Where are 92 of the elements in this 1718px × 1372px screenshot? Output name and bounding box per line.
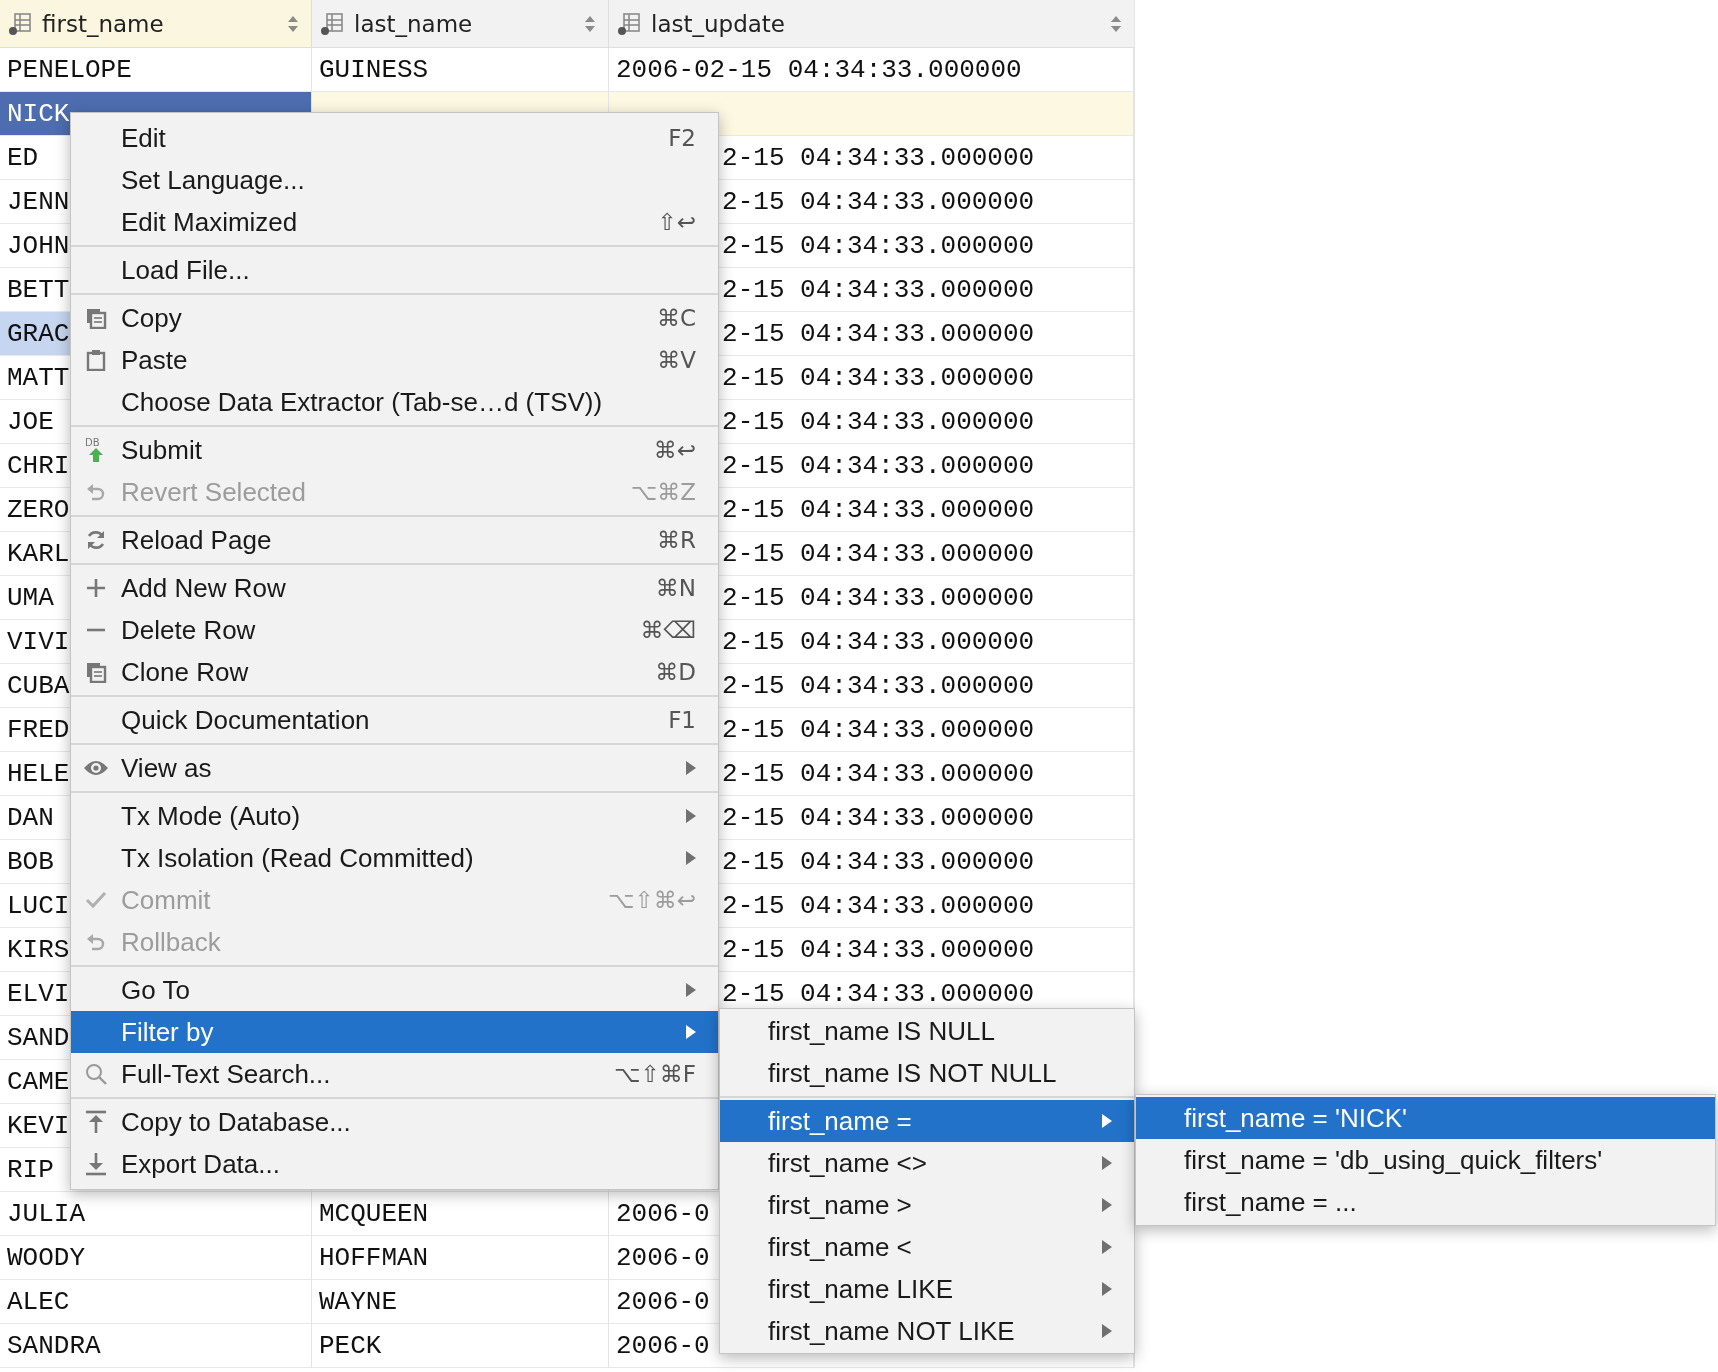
menu-item[interactable]: first_name > bbox=[720, 1184, 1134, 1226]
shortcut-label: ⌘R bbox=[657, 527, 696, 553]
check-icon bbox=[85, 891, 107, 909]
table-cell: 2-15 04:34:33.000000 bbox=[722, 934, 1035, 965]
plus-icon bbox=[86, 578, 106, 598]
shortcut-label: ⌘⌫ bbox=[640, 617, 696, 643]
submenu-arrow-icon bbox=[1102, 1282, 1112, 1296]
table-cell: WOODY bbox=[0, 1236, 312, 1279]
shortcut-label: ⌥⇧⌘F bbox=[614, 1061, 696, 1087]
table-cell: PECK bbox=[319, 1330, 382, 1361]
table-cell: 2-15 04:34:33.000000 bbox=[722, 582, 1035, 613]
table-cell: 2-15 04:34:33.000000 bbox=[722, 186, 1035, 217]
table-cell: 2-15 04:34:33.000000 bbox=[722, 142, 1035, 173]
table-cell: WAYNE bbox=[319, 1286, 397, 1317]
column-icon bbox=[617, 11, 641, 36]
submenu-arrow-icon bbox=[686, 761, 696, 775]
shortcut-label: ⌥⇧⌘↩ bbox=[607, 887, 696, 913]
sort-icon[interactable] bbox=[1110, 14, 1122, 33]
search-icon bbox=[85, 1063, 107, 1085]
table-cell: 2-15 04:34:33.000000 bbox=[722, 802, 1035, 833]
clipboard-icon bbox=[85, 349, 107, 371]
table-cell: MCQUEEN bbox=[319, 1198, 429, 1229]
minus-icon bbox=[86, 628, 106, 632]
copy-icon bbox=[85, 307, 107, 329]
eye-icon bbox=[83, 759, 109, 777]
download-icon bbox=[85, 1152, 107, 1176]
menu-item[interactable]: first_name IS NOT NULL bbox=[720, 1052, 1134, 1094]
shortcut-label: ⇧↩ bbox=[657, 209, 696, 235]
sort-icon[interactable] bbox=[584, 14, 596, 33]
submenu-arrow-icon bbox=[1102, 1240, 1112, 1254]
menu-item[interactable]: first_name = 'db_using_quick_filters' bbox=[1136, 1139, 1715, 1181]
table-cell: 2-15 04:34:33.000000 bbox=[722, 406, 1035, 437]
table-cell: 2-15 04:34:33.000000 bbox=[722, 890, 1035, 921]
table-cell: 2006-0 bbox=[616, 1286, 710, 1317]
submenu-arrow-icon bbox=[686, 851, 696, 865]
submenu-arrow-icon bbox=[686, 809, 696, 823]
submenu-arrow-icon bbox=[1102, 1114, 1112, 1128]
shortcut-label: ⌘C bbox=[656, 305, 696, 331]
table-cell: 2-15 04:34:33.000000 bbox=[722, 450, 1035, 481]
submenu-arrow-icon bbox=[686, 983, 696, 997]
table-cell: 2-15 04:34:33.000000 bbox=[722, 670, 1035, 701]
table-cell: 2006-02-15 04:34:33.000000 bbox=[616, 54, 1022, 85]
table-cell: SANDRA bbox=[0, 1324, 312, 1367]
menu-item[interactable]: first_name IS NULL bbox=[720, 1010, 1134, 1052]
column-icon bbox=[320, 11, 344, 36]
table-cell: PENELOPE bbox=[0, 48, 312, 91]
table-cell: 2006-0 bbox=[616, 1198, 710, 1229]
column-header[interactable]: last_name bbox=[312, 0, 609, 47]
shortcut-label: ⌘D bbox=[655, 659, 696, 685]
shortcut-label: F2 bbox=[668, 125, 696, 151]
table-cell: ALEC bbox=[0, 1280, 312, 1323]
table-cell: 2-15 04:34:33.000000 bbox=[722, 494, 1035, 525]
column-icon bbox=[8, 11, 32, 36]
shortcut-label: ⌥⌘Z bbox=[630, 479, 696, 505]
shortcut-label: ⌘N bbox=[655, 575, 696, 601]
menu-item[interactable]: first_name NOT LIKE bbox=[720, 1310, 1134, 1352]
table-cell: 2-15 04:34:33.000000 bbox=[722, 274, 1035, 305]
submenu-arrow-icon bbox=[1102, 1324, 1112, 1338]
shortcut-label: F1 bbox=[668, 707, 696, 733]
table-cell: 2-15 04:34:33.000000 bbox=[722, 846, 1035, 877]
table-cell: 2-15 04:34:33.000000 bbox=[722, 714, 1035, 745]
shortcut-label: ⌘V bbox=[657, 347, 696, 373]
table-cell: 2006-0 bbox=[616, 1242, 710, 1273]
table-cell: JULIA bbox=[0, 1192, 312, 1235]
table-cell: 2-15 04:34:33.000000 bbox=[722, 978, 1035, 1009]
shortcut-label: ⌘↩ bbox=[653, 437, 696, 463]
sort-icon[interactable] bbox=[287, 14, 299, 33]
submenu-arrow-icon bbox=[686, 1025, 696, 1039]
table-cell: GUINESS bbox=[319, 54, 429, 85]
table-cell: 2-15 04:34:33.000000 bbox=[722, 362, 1035, 393]
submenu-arrow-icon bbox=[1102, 1198, 1112, 1212]
menu-item[interactable]: first_name <> bbox=[720, 1142, 1134, 1184]
table-cell: 2-15 04:34:33.000000 bbox=[722, 626, 1035, 657]
submenu-arrow-icon bbox=[1102, 1156, 1112, 1170]
table-cell: 2-15 04:34:33.000000 bbox=[722, 318, 1035, 349]
table-cell: 2-15 04:34:33.000000 bbox=[722, 538, 1035, 569]
menu-item[interactable]: first_name = ... bbox=[1136, 1181, 1715, 1223]
menu-item[interactable]: Filter by bbox=[71, 1011, 718, 1053]
undo-icon bbox=[85, 931, 107, 953]
table-cell: 2-15 04:34:33.000000 bbox=[722, 758, 1035, 789]
menu-item[interactable]: first_name = 'NICK' bbox=[1136, 1097, 1715, 1139]
copy-icon bbox=[85, 661, 107, 683]
table-cell: HOFFMAN bbox=[319, 1242, 429, 1273]
undo-icon bbox=[85, 481, 107, 503]
upload-icon bbox=[85, 1110, 107, 1134]
menu-item[interactable]: first_name LIKE bbox=[720, 1268, 1134, 1310]
table-cell: 2006-0 bbox=[616, 1330, 710, 1361]
column-header[interactable]: first_name bbox=[0, 0, 312, 47]
menu-item[interactable]: first_name < bbox=[720, 1226, 1134, 1268]
column-header[interactable]: last_update bbox=[609, 0, 1134, 47]
menu-item[interactable]: first_name = bbox=[720, 1100, 1134, 1142]
table-cell: 2-15 04:34:33.000000 bbox=[722, 230, 1035, 261]
